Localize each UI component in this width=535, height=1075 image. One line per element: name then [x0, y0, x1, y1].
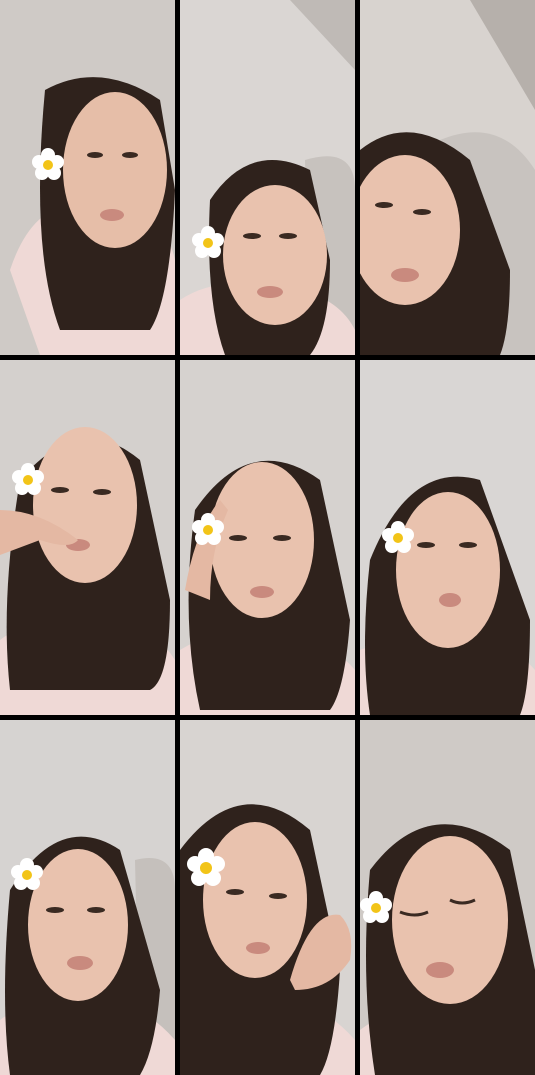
frame-4 — [0, 360, 175, 715]
frame-7 — [0, 720, 175, 1075]
frame-6 — [360, 360, 535, 715]
frame-1-photo — [0, 0, 175, 355]
frame-7-photo — [0, 720, 175, 1075]
frame-4-photo — [0, 360, 175, 715]
frame-3 — [360, 0, 535, 355]
frame-9 — [360, 720, 535, 1075]
frame-2-photo — [180, 0, 355, 355]
frame-3-photo — [360, 0, 535, 355]
frame-5-photo — [180, 360, 355, 715]
frame-8-photo — [180, 720, 355, 1075]
frame-9-photo — [360, 720, 535, 1075]
frame-1 — [0, 0, 175, 355]
frame-6-photo — [360, 360, 535, 715]
frame-8 — [180, 720, 355, 1075]
frame-5 — [180, 360, 355, 715]
frame-2 — [180, 0, 355, 355]
photo-collage — [0, 0, 535, 1075]
